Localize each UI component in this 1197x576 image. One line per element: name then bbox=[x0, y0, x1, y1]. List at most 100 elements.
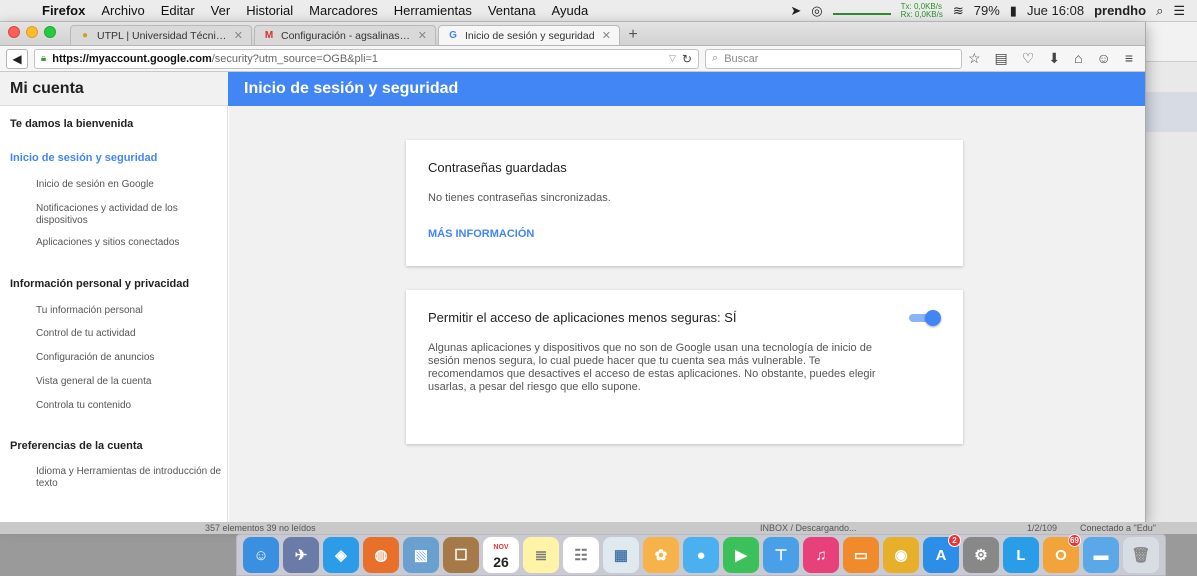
sidebar-item-activity-control[interactable]: Control de tu actividad bbox=[36, 328, 222, 340]
app-store-badge: 2 bbox=[948, 534, 961, 547]
downloads-folder-icon[interactable]: ▬ bbox=[1083, 537, 1119, 573]
sidebar-welcome[interactable]: Te damos la bienvenida bbox=[10, 118, 133, 130]
clock[interactable]: Jue 16:08 bbox=[1027, 3, 1084, 18]
keynote-icon[interactable]: ⊤ bbox=[763, 537, 799, 573]
lock-icon[interactable]: 🔒︎ bbox=[41, 53, 46, 64]
url-path: /security?utm_source=OGB&pli=1 bbox=[211, 52, 379, 65]
net-rx: Rx: 0,0KB/s bbox=[900, 9, 943, 19]
page-title: Inicio de sesión y seguridad bbox=[228, 72, 1145, 106]
sidebar-item-account-overview[interactable]: Vista general de la cuenta bbox=[36, 376, 222, 388]
search-input[interactable]: ⌕ Buscar bbox=[705, 48, 962, 69]
url-dropdown-icon[interactable]: ▽ bbox=[669, 53, 676, 64]
reload-icon[interactable]: ↻ bbox=[682, 52, 692, 66]
firefox-window: ● UTPL | Universidad Técnica... ✕ M Conf… bbox=[0, 22, 1146, 522]
location-arrow-icon[interactable]: ➤ bbox=[790, 3, 801, 19]
card-title: Permitir el acceso de aplicaciones menos… bbox=[428, 310, 737, 325]
notes-icon[interactable]: ≣ bbox=[523, 537, 559, 573]
sidebar-item-personal-info[interactable]: Tu información personal bbox=[36, 305, 222, 317]
photos-icon[interactable]: ✿ bbox=[643, 537, 679, 573]
facetime-icon[interactable]: ▶ bbox=[723, 537, 759, 573]
reminders-icon[interactable]: ☷ bbox=[563, 537, 599, 573]
vpn-icon[interactable]: ◎ bbox=[811, 3, 822, 19]
nav-bar: ◀ 🔒︎ https://myaccount.google.com/securi… bbox=[0, 46, 1145, 72]
safari-icon[interactable]: ◈ bbox=[323, 537, 359, 573]
bookmarks-list-icon[interactable]: ▤ bbox=[995, 50, 1008, 67]
sidebar-section-preferences[interactable]: Preferencias de la cuenta bbox=[10, 440, 143, 452]
sidebar-item-control-content[interactable]: Controla tu contenido bbox=[36, 400, 222, 412]
minimize-window-button[interactable] bbox=[26, 26, 38, 38]
window-controls bbox=[0, 26, 70, 45]
photo-booth-icon[interactable]: ▦ bbox=[603, 537, 639, 573]
background-status-bar: 357 elementos 39 no leídos INBOX / Desca… bbox=[0, 522, 1197, 534]
menu-editar[interactable]: Editar bbox=[153, 3, 203, 18]
main-content: Contraseñas guardadas No tienes contrase… bbox=[229, 106, 1145, 522]
sidebar-item-ads-settings[interactable]: Configuración de anuncios bbox=[36, 352, 222, 364]
firefox-icon[interactable]: ◍ bbox=[363, 537, 399, 573]
notification-center-icon[interactable]: ☰ bbox=[1173, 3, 1185, 19]
user-name[interactable]: prendho bbox=[1094, 3, 1146, 18]
menu-marcadores[interactable]: Marcadores bbox=[301, 3, 386, 18]
close-tab-icon[interactable]: ✕ bbox=[234, 29, 243, 42]
back-button[interactable]: ◀ bbox=[6, 48, 28, 69]
new-tab-button[interactable]: + bbox=[622, 25, 644, 45]
battery-icon[interactable]: ▮ bbox=[1010, 3, 1017, 19]
hamburger-menu-icon[interactable]: ≡ bbox=[1125, 50, 1133, 67]
tab-utpl[interactable]: ● UTPL | Universidad Técnica... ✕ bbox=[70, 25, 252, 45]
close-tab-icon[interactable]: ✕ bbox=[418, 29, 427, 42]
home-icon[interactable]: ⌂ bbox=[1074, 50, 1082, 67]
menu-ventana[interactable]: Ventana bbox=[480, 3, 544, 18]
pocket-icon[interactable]: ♡ bbox=[1022, 50, 1035, 67]
less-secure-apps-toggle[interactable] bbox=[907, 310, 941, 326]
preview-icon[interactable]: ▧ bbox=[403, 537, 439, 573]
chrome-icon[interactable]: ◉ bbox=[883, 537, 919, 573]
calendar-month: NOV bbox=[493, 544, 509, 551]
status-connection: Conectado a "Edu" bbox=[1080, 523, 1156, 533]
close-window-button[interactable] bbox=[8, 26, 20, 38]
sidebar-item-connected-apps[interactable]: Aplicaciones y sitios conectados bbox=[36, 237, 222, 249]
menu-ver[interactable]: Ver bbox=[203, 3, 239, 18]
dock: ☺ ✈ ◈ ◍ ▧ ☐ NOV 26 ≣ ☷ ▦ ✿ ● ▶ ⊤ ♫ ▭ ◉ A… bbox=[236, 534, 1166, 576]
zoom-window-button[interactable] bbox=[44, 26, 56, 38]
tab-google-security[interactable]: G Inicio de sesión y seguridad ✕ bbox=[438, 25, 620, 45]
tab-label: Inicio de sesión y seguridad bbox=[465, 29, 595, 42]
calendar-icon[interactable]: NOV 26 bbox=[483, 537, 519, 573]
tab-gmail[interactable]: M Configuración - agsalinas@... ✕ bbox=[254, 25, 436, 45]
card-title: Contraseñas guardadas bbox=[428, 160, 567, 175]
ibooks-icon[interactable]: ▭ bbox=[843, 537, 879, 573]
wifi-icon[interactable]: ≋ bbox=[953, 3, 964, 19]
bookmark-star-icon[interactable]: ☆ bbox=[968, 50, 981, 67]
finder-icon[interactable]: ☺ bbox=[243, 537, 279, 573]
outlook-icon[interactable]: O 69 bbox=[1043, 534, 1081, 573]
menu-herramientas[interactable]: Herramientas bbox=[386, 3, 480, 18]
url-bar[interactable]: 🔒︎ https://myaccount.google.com/security… bbox=[33, 48, 700, 69]
download-icon[interactable]: ⬇ bbox=[1048, 50, 1060, 67]
spotlight-icon[interactable]: ⌕ bbox=[1156, 3, 1163, 19]
status-inbox: INBOX / Descargando... bbox=[760, 523, 857, 533]
system-preferences-icon[interactable]: ⚙ bbox=[963, 537, 999, 573]
menu-app[interactable]: Firefox bbox=[34, 3, 93, 18]
app-store-icon[interactable]: A 2 bbox=[923, 534, 961, 573]
trash-icon[interactable]: 🗑︎ bbox=[1123, 537, 1159, 573]
lync-icon[interactable]: L bbox=[1003, 537, 1039, 573]
launchpad-icon[interactable]: ✈ bbox=[283, 537, 319, 573]
network-stats[interactable]: Tx: 0,0KB/s Rx: 0,0KB/s bbox=[900, 2, 943, 19]
battery-percent[interactable]: 79% bbox=[974, 3, 1000, 18]
my-account-title[interactable]: Mi cuenta bbox=[0, 72, 228, 106]
contacts-icon[interactable]: ☐ bbox=[443, 537, 479, 573]
menu-archivo[interactable]: Archivo bbox=[93, 3, 152, 18]
close-tab-icon[interactable]: ✕ bbox=[602, 29, 611, 42]
sidebar-item-google-signin[interactable]: Inicio de sesión en Google bbox=[36, 179, 222, 191]
sidebar-item-language-tools[interactable]: Idioma y Herramientas de introducción de… bbox=[36, 466, 222, 490]
messages-icon[interactable]: ● bbox=[683, 537, 719, 573]
menu-ayuda[interactable]: Ayuda bbox=[544, 3, 597, 18]
sidebar-section-privacy[interactable]: Información personal y privacidad bbox=[10, 278, 189, 290]
sidebar-section-security[interactable]: Inicio de sesión y seguridad bbox=[10, 152, 157, 164]
tab-label: Configuración - agsalinas@... bbox=[281, 29, 412, 42]
sidebar-item-device-activity[interactable]: Notificaciones y actividad de los dispos… bbox=[36, 203, 222, 227]
hello-icon[interactable]: ☺ bbox=[1097, 50, 1111, 67]
itunes-icon[interactable]: ♫ bbox=[803, 537, 839, 573]
menu-historial[interactable]: Historial bbox=[238, 3, 301, 18]
less-secure-apps-card: Permitir el acceso de aplicaciones menos… bbox=[406, 290, 963, 444]
more-info-link[interactable]: MÁS INFORMACIÓN bbox=[428, 228, 534, 240]
saved-passwords-card: Contraseñas guardadas No tienes contrase… bbox=[406, 140, 963, 266]
